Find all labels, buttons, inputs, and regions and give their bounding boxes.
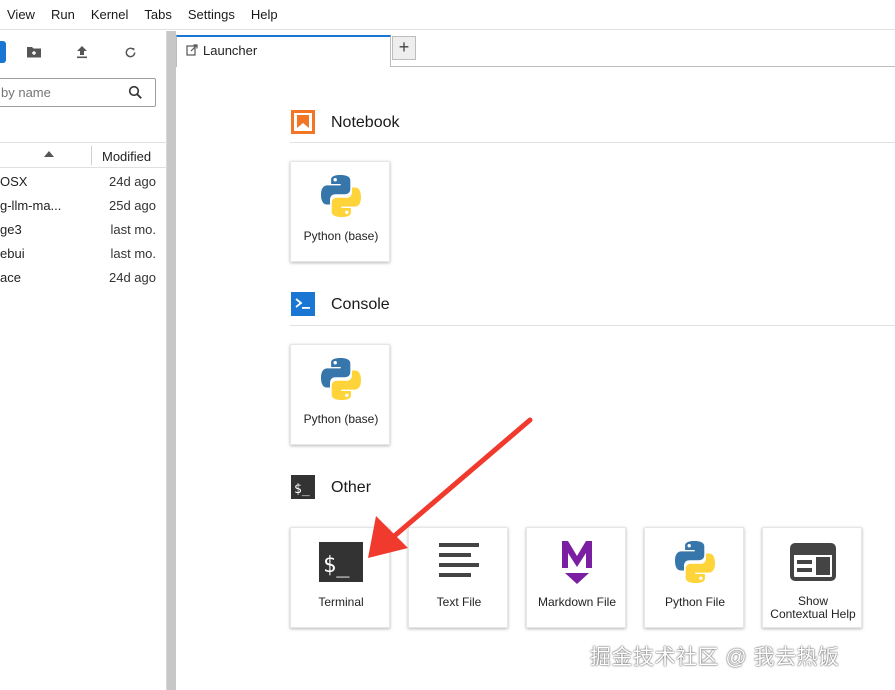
text-file-icon bbox=[434, 537, 484, 587]
terminal-icon: $_ bbox=[316, 537, 366, 587]
file-modified: last mo. bbox=[110, 222, 156, 237]
new-folder-icon bbox=[27, 47, 41, 58]
upload-icon bbox=[77, 46, 87, 59]
tab-label: Launcher bbox=[203, 43, 258, 58]
watermark-text: 掘金技术社区 @ 我去热饭 bbox=[590, 646, 840, 669]
new-launcher-button[interactable] bbox=[0, 41, 6, 63]
modified-column-header[interactable]: Modified bbox=[102, 149, 151, 164]
menu-run[interactable]: Run bbox=[43, 0, 83, 30]
file-name: ace bbox=[0, 270, 21, 285]
contextual-help-icon bbox=[788, 537, 838, 587]
card-label: Text File bbox=[436, 595, 482, 609]
console-section-rule bbox=[290, 325, 895, 326]
sort-ascending-icon[interactable] bbox=[44, 151, 54, 157]
card-label: Terminal bbox=[318, 595, 364, 609]
file-modified: 24d ago bbox=[109, 174, 156, 189]
file-modified: 24d ago bbox=[109, 270, 156, 285]
file-name: g-llm-ma... bbox=[0, 198, 62, 213]
python-logo-icon bbox=[316, 354, 366, 404]
console-python-base-card[interactable]: Python (base) bbox=[290, 344, 390, 445]
menu-settings[interactable]: Settings bbox=[180, 0, 243, 30]
refresh-button[interactable] bbox=[119, 41, 141, 63]
python-logo-icon bbox=[670, 537, 720, 587]
file-modified: last mo. bbox=[110, 246, 156, 261]
file-filter-placeholder: by name bbox=[1, 85, 51, 100]
launcher-tab-icon bbox=[186, 44, 198, 56]
search-icon bbox=[128, 85, 142, 99]
markdown-file-card[interactable]: Markdown File bbox=[526, 527, 626, 628]
notebook-section-rule bbox=[290, 142, 895, 143]
file-row[interactable]: ge3 last mo. bbox=[0, 217, 167, 241]
python-logo-icon bbox=[316, 171, 366, 221]
menu-view[interactable]: View bbox=[0, 0, 43, 30]
notebook-python-base-card[interactable]: Python (base) bbox=[290, 161, 390, 262]
svg-text:$_: $_ bbox=[294, 482, 310, 497]
file-name: OSX bbox=[0, 174, 28, 189]
refresh-icon bbox=[125, 47, 135, 57]
file-row[interactable]: g-llm-ma... 25d ago bbox=[0, 193, 167, 217]
main-area: Launcher + Notebook Python (base) Consol… bbox=[176, 31, 895, 690]
file-filter-input[interactable]: by name bbox=[0, 78, 156, 107]
other-section-icon: $_ bbox=[290, 474, 316, 500]
card-label: Python (base) bbox=[303, 412, 379, 426]
contextual-help-card[interactable]: Show Contextual Help bbox=[762, 527, 862, 628]
new-folder-button[interactable] bbox=[23, 41, 45, 63]
card-label: Python (base) bbox=[303, 229, 379, 243]
file-modified: 25d ago bbox=[109, 198, 156, 213]
notebook-section-title: Notebook bbox=[331, 114, 400, 131]
console-section-title: Console bbox=[331, 296, 390, 313]
file-browser-toolbar bbox=[0, 39, 167, 65]
other-section-title: Other bbox=[331, 479, 372, 496]
upload-button[interactable] bbox=[71, 41, 93, 63]
panel-splitter[interactable] bbox=[167, 31, 176, 690]
file-browser-panel: by name Modified OSX 24d ago g-llm-ma...… bbox=[0, 31, 167, 690]
markdown-icon bbox=[552, 537, 602, 587]
text-file-card[interactable]: Text File bbox=[408, 527, 508, 628]
file-name: ge3 bbox=[0, 222, 22, 237]
menu-kernel[interactable]: Kernel bbox=[83, 0, 137, 30]
column-separator[interactable] bbox=[91, 146, 92, 165]
file-row[interactable]: ace 24d ago bbox=[0, 265, 167, 289]
card-label-line2: Contextual Help bbox=[770, 607, 856, 621]
card-label: Python File bbox=[664, 595, 726, 609]
tab-bar: Launcher + bbox=[176, 31, 895, 67]
file-list-header: Modified bbox=[0, 142, 167, 168]
file-row[interactable]: OSX 24d ago bbox=[0, 169, 167, 193]
terminal-card[interactable]: $_ Terminal bbox=[290, 527, 390, 628]
menu-help[interactable]: Help bbox=[243, 0, 286, 30]
svg-text:$_: $_ bbox=[323, 553, 350, 578]
menu-bar: View Run Kernel Tabs Settings Help bbox=[0, 0, 895, 30]
new-tab-button[interactable]: + bbox=[392, 36, 416, 60]
tab-launcher[interactable]: Launcher bbox=[176, 35, 391, 67]
python-file-card[interactable]: Python File bbox=[644, 527, 744, 628]
card-label: Markdown File bbox=[537, 595, 617, 609]
notebook-section-icon bbox=[290, 109, 316, 135]
menu-tabs[interactable]: Tabs bbox=[136, 0, 179, 30]
file-name: ebui bbox=[0, 246, 25, 261]
console-section-icon bbox=[290, 291, 316, 317]
file-row[interactable]: ebui last mo. bbox=[0, 241, 167, 265]
